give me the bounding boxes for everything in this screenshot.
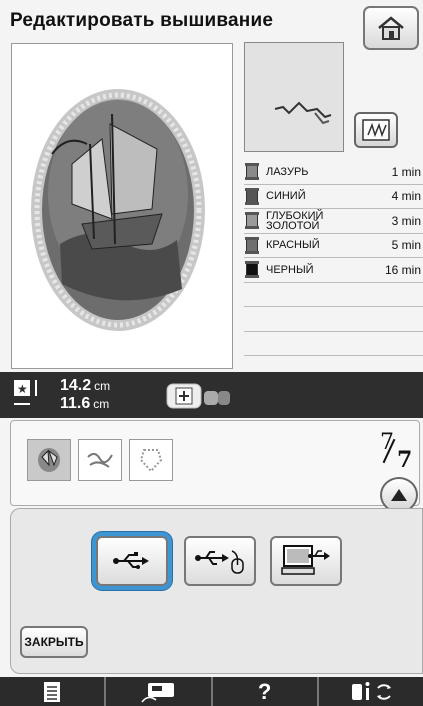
thread-spool-icon (245, 163, 259, 181)
thread-spool-icon (245, 261, 259, 279)
pattern-selector (10, 420, 420, 506)
tab-settings[interactable] (319, 677, 423, 706)
up-arrow-icon (391, 489, 407, 501)
thread-time: 1 min (391, 164, 421, 179)
mini-preview (244, 42, 344, 152)
thread-name: СИНИЙ (266, 190, 306, 203)
page-total: 7 (397, 447, 413, 473)
pattern-thumb-wave[interactable] (78, 439, 122, 481)
thread-row: КРАСНЫЙ 5 min (244, 234, 423, 258)
thread-name: ГЛУБОКИЙ ЗОЛОТОЙ (266, 209, 324, 232)
svg-text:★: ★ (17, 382, 28, 396)
bottom-toolbar: ? (0, 677, 423, 706)
frame-pattern-icon (139, 449, 163, 473)
size-icon: ★ (14, 380, 37, 405)
tab-document[interactable] (0, 677, 107, 706)
thread-row-empty (244, 332, 423, 356)
home-icon (378, 16, 404, 40)
computer-button[interactable] (270, 536, 342, 586)
page-title: Редактировать вышивание (10, 10, 274, 31)
computer-icon (281, 545, 330, 575)
stitch-view-button[interactable] (354, 112, 398, 148)
usb-mouse-icon (195, 550, 244, 574)
wave-pattern-icon (87, 453, 113, 468)
usb-mouse-button[interactable] (184, 536, 256, 586)
thread-time: 3 min (391, 213, 421, 228)
thread-spool-icon (245, 236, 259, 254)
close-button[interactable]: ЗАКРЫТЬ (20, 626, 88, 658)
pattern-thumb-ship[interactable] (27, 439, 71, 481)
stitch-view-icon (362, 119, 390, 141)
thread-time: 4 min (391, 189, 421, 204)
thread-row: СИНИЙ 4 min (244, 185, 423, 209)
thread-name: ЛАЗУРЬ (266, 165, 309, 178)
help-icon: ? (257, 678, 272, 704)
tab-help[interactable]: ? (213, 677, 319, 706)
hoop-toggle-icon[interactable] (166, 382, 232, 410)
page-indicator: 7 7 (380, 430, 414, 473)
settings-icon (351, 681, 391, 700)
tab-machine[interactable] (106, 677, 213, 706)
size-bar: ★ 14.2 cm 11.6 cm (0, 372, 423, 418)
size-width: 14.2 cm (60, 377, 111, 394)
pattern-thumb-frame[interactable] (129, 439, 173, 481)
sewing-machine-icon (141, 682, 175, 702)
document-icon (44, 681, 61, 702)
thread-row-empty (244, 283, 423, 307)
usb-icon (113, 552, 149, 569)
thread-row: ЛАЗУРЬ 1 min (244, 160, 423, 185)
ship-pattern-icon (38, 448, 60, 472)
thread-row: ЧЕРНЫЙ 16 min (244, 258, 423, 283)
thread-list: ЛАЗУРЬ 1 min СИНИЙ 4 min ГЛУБОКИЙ ЗОЛОТО… (244, 160, 423, 356)
thread-time: 5 min (391, 238, 421, 253)
thread-name: КРАСНЫЙ (266, 239, 320, 252)
usb-button[interactable] (96, 536, 168, 586)
size-height: 11.6 cm (60, 395, 110, 412)
thread-name: ЧЕРНЫЙ (266, 263, 314, 276)
thread-row-empty (244, 307, 423, 332)
thread-spool-icon (245, 212, 259, 230)
thread-time: 16 min (384, 262, 421, 277)
thread-spool-icon (245, 187, 259, 205)
thread-row: ГЛУБОКИЙ ЗОЛОТОЙ 3 min (244, 209, 423, 234)
home-button[interactable] (363, 6, 419, 50)
embroidery-preview (11, 43, 233, 369)
